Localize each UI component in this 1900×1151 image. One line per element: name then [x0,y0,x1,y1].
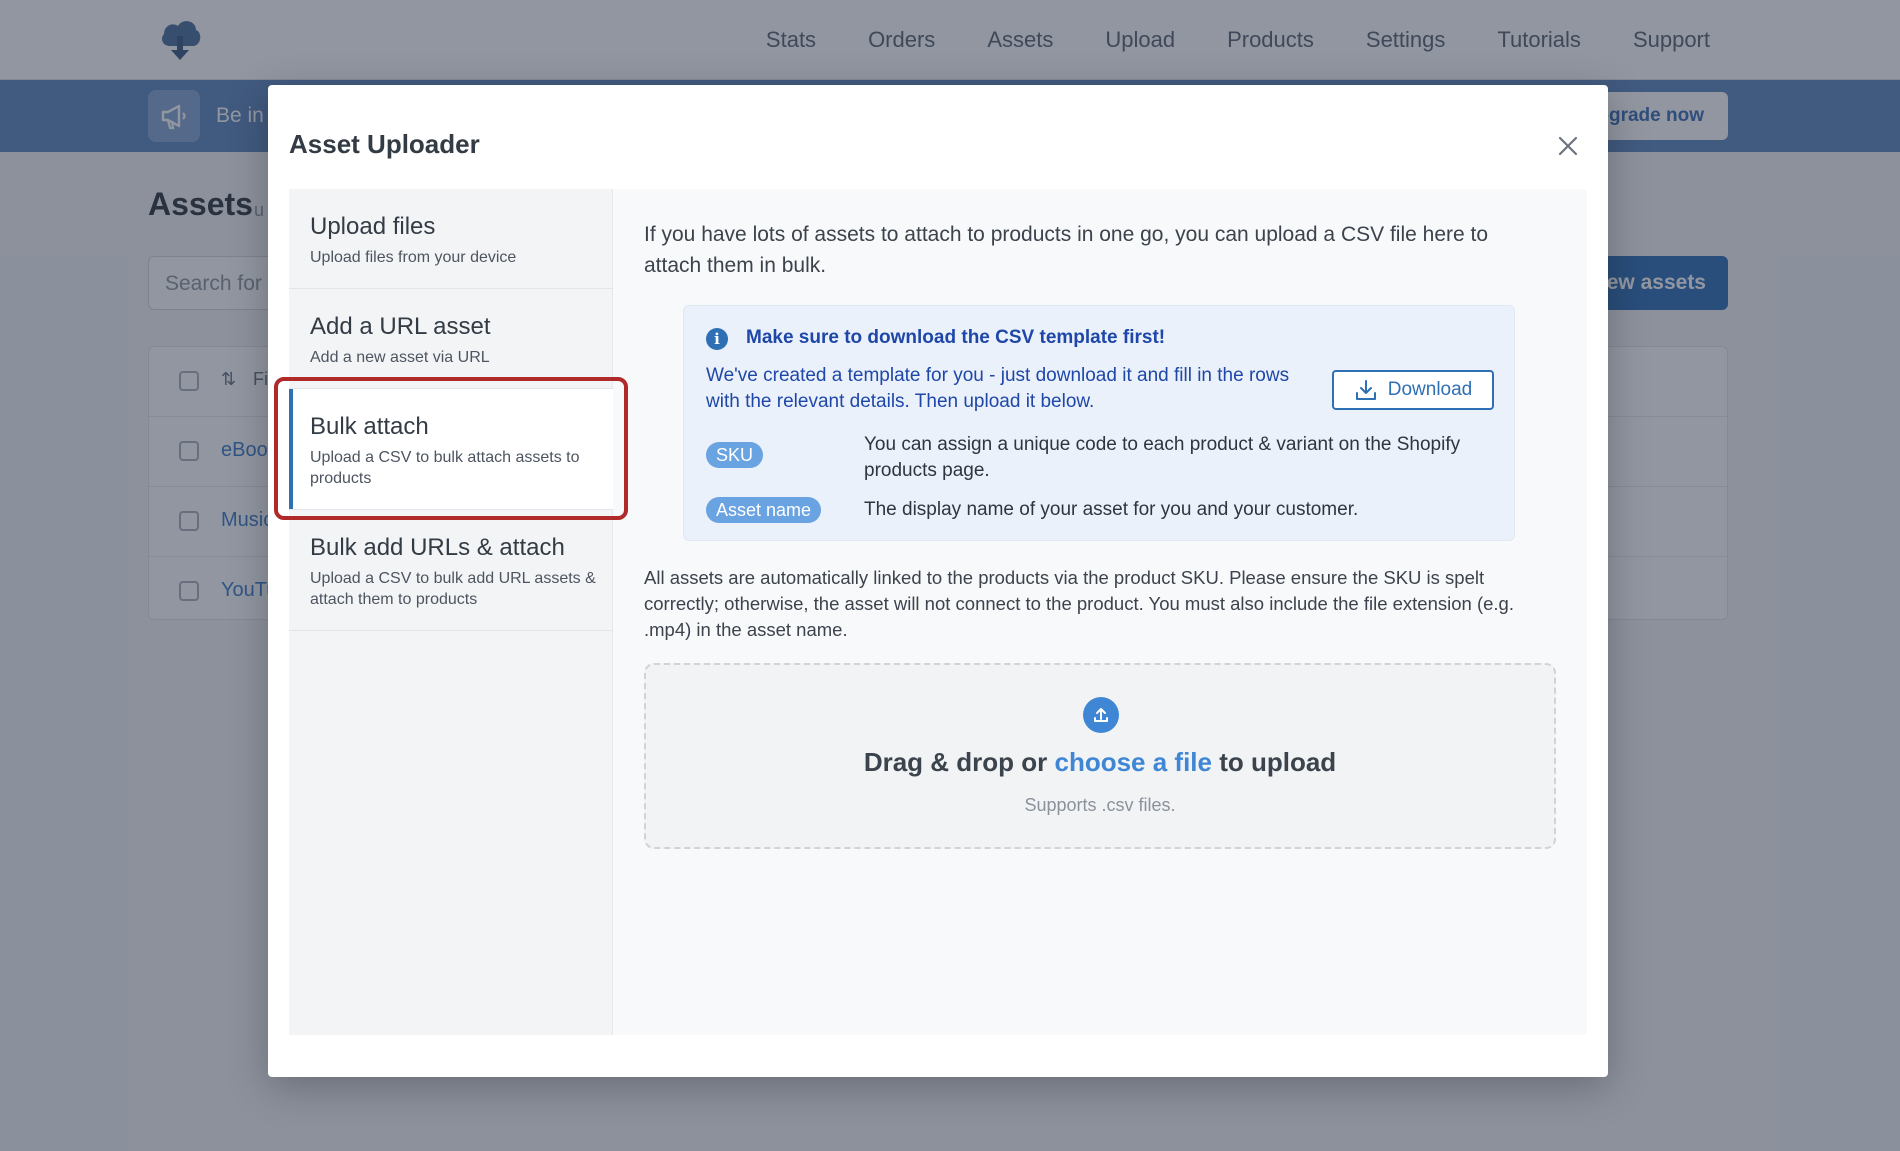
csv-dropzone[interactable]: Drag & drop or choose a file to upload S… [644,663,1556,849]
dropzone-text-before: Drag & drop or [863,747,1055,777]
sidebar-item-title: Add a URL asset [310,313,491,340]
sidebar-item-subtitle: Upload files from your device [310,249,517,266]
sidebar-item-subtitle: Upload a CSV to bulk attach assets to pr… [310,449,580,487]
asset-name-badge: Asset name [706,497,822,523]
sidebar-item-bulk-attach[interactable]: Bulk attach Upload a CSV to bulk attach … [289,389,613,510]
sku-description: You can assign a unique code to each pro… [864,434,1461,481]
bulk-attach-panel: If you have lots of assets to attach to … [613,189,1587,1035]
asset-uploader-modal: Asset Uploader Upload files Upload files… [268,85,1608,1077]
sidebar-item-subtitle: Add a new asset via URL [310,349,490,366]
info-heading: Make sure to download the CSV template f… [746,327,1166,348]
sidebar-item-bulk-add-urls[interactable]: Bulk add URLs & attach Upload a CSV to b… [289,510,613,631]
asset-name-description: The display name of your asset for you a… [864,499,1359,520]
sku-note: All assets are automatically linked to t… [644,567,1514,640]
modal-title: Asset Uploader [289,129,480,159]
dropzone-supported-formats: Supports .csv files. [1024,795,1176,815]
modal-body: Upload files Upload files from your devi… [289,189,1587,1035]
info-text: We've created a template for you - just … [706,365,1290,412]
dropzone-main-text: Drag & drop or choose a file to upload [646,747,1554,778]
sidebar-item-title: Upload files [310,213,436,240]
download-template-button[interactable]: Download [1332,370,1494,410]
sidebar-item-add-url-asset[interactable]: Add a URL asset Add a new asset via URL [289,289,613,389]
upload-icon [1083,697,1119,733]
csv-template-info-box: i Make sure to download the CSV template… [683,305,1515,541]
sidebar-item-title: Bulk add URLs & attach [310,534,565,561]
intro-text: If you have lots of assets to attach to … [644,223,1489,277]
sidebar-item-subtitle: Upload a CSV to bulk add URL assets & at… [310,570,596,608]
sidebar-item-upload-files[interactable]: Upload files Upload files from your devi… [289,189,613,289]
info-icon: i [706,328,728,350]
sku-badge: SKU [706,442,764,468]
dropzone-text-after: to upload [1211,747,1337,777]
choose-file-link[interactable]: choose a file [1054,747,1212,777]
sidebar-item-title: Bulk attach [310,413,429,440]
download-icon [1355,380,1376,400]
uploader-sidebar: Upload files Upload files from your devi… [289,189,613,1035]
download-button-label: Download [1387,379,1473,400]
close-icon[interactable] [1554,132,1582,160]
